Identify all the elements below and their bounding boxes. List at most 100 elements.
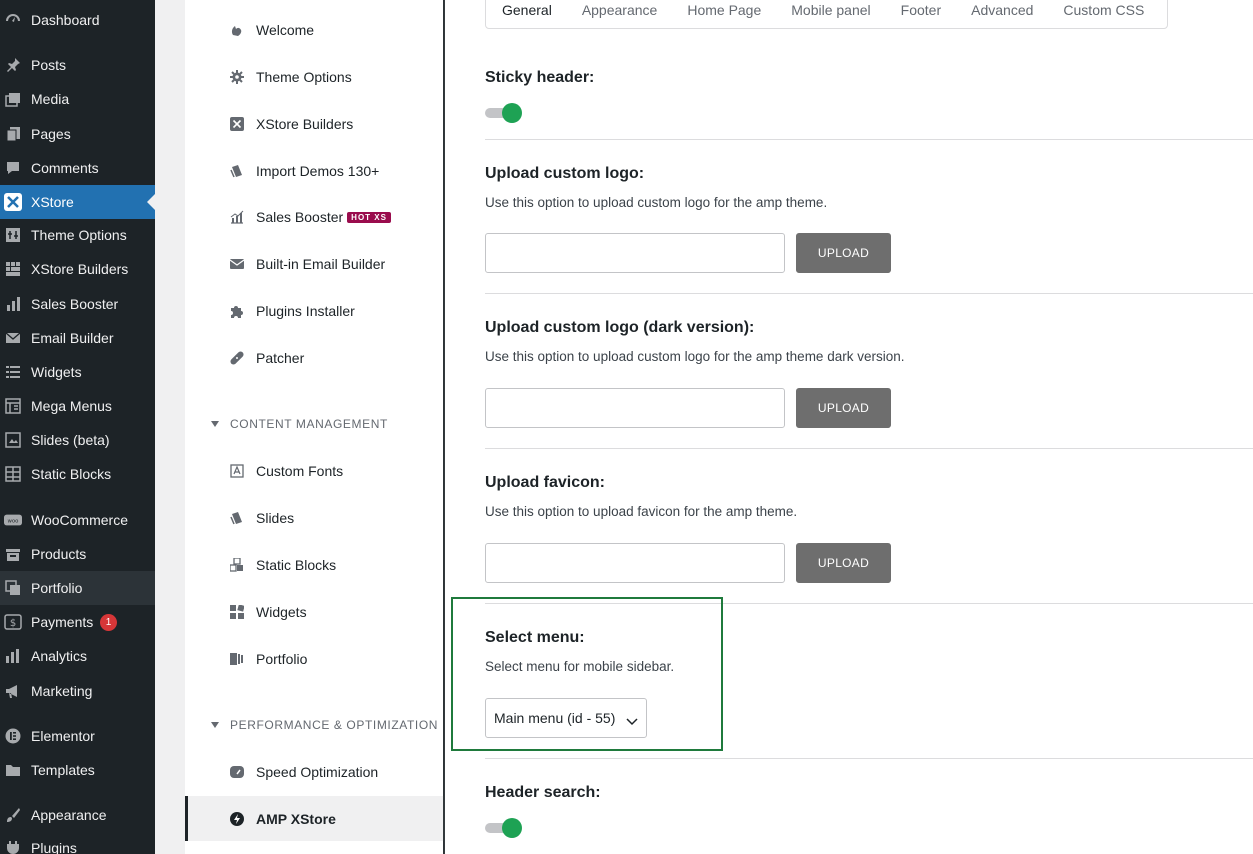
xs-item-welcome[interactable]: Welcome — [185, 10, 444, 50]
settings-tabs: General Appearance Home Page Mobile pane… — [485, 0, 1168, 29]
chart-icon — [229, 209, 245, 225]
notification-badge: 1 — [100, 614, 117, 631]
slides-icon — [4, 431, 22, 449]
slides-icon — [229, 510, 245, 526]
theme-options-icon — [4, 226, 22, 244]
custom-logo-dark-upload-button[interactable]: UPLOAD — [796, 388, 891, 428]
wp-menu-sales-booster[interactable]: Sales Booster — [0, 287, 155, 321]
wp-menu-appearance[interactable]: Appearance — [0, 798, 155, 832]
favicon-input[interactable] — [485, 543, 785, 583]
wp-menu-xstore-builders[interactable]: XStore Builders — [0, 252, 155, 286]
xstore-panel: Welcome Theme Options XStore Builders Im… — [185, 0, 445, 854]
menu-select[interactable]: Main menu (id - 55) — [485, 698, 647, 738]
caret-down-icon — [211, 421, 219, 427]
wp-menu-woocommerce[interactable]: woo WooCommerce — [0, 503, 155, 537]
wp-menu-analytics[interactable]: Analytics — [0, 639, 155, 673]
tab-footer[interactable]: Footer — [901, 2, 941, 18]
wp-menu-media[interactable]: Media — [0, 82, 155, 116]
toggle-knob — [502, 818, 522, 838]
tab-advanced[interactable]: Advanced — [971, 2, 1033, 18]
xs-item-amp-xstore[interactable]: AMP XStore — [185, 796, 444, 841]
custom-logo-title: Upload custom logo: — [485, 165, 645, 182]
custom-logo-input[interactable] — [485, 233, 785, 273]
tab-general[interactable]: General — [502, 2, 552, 18]
tab-appearance[interactable]: Appearance — [582, 2, 658, 18]
xs-item-theme-options[interactable]: Theme Options — [185, 57, 444, 97]
import-icon — [229, 163, 245, 179]
section-content-management[interactable]: CONTENT MANAGEMENT — [211, 417, 388, 431]
bar-chart-icon — [4, 295, 22, 313]
products-icon — [4, 545, 22, 563]
wp-menu-comments[interactable]: Comments — [0, 151, 155, 185]
toggle-knob — [502, 103, 522, 123]
xs-item-portfolio[interactable]: Portfolio — [185, 639, 444, 679]
elementor-icon — [4, 727, 22, 745]
wp-menu-templates[interactable]: Templates — [0, 753, 155, 787]
xs-item-import-demos[interactable]: Import Demos 130+ — [185, 151, 444, 191]
megaphone-icon — [4, 682, 22, 700]
woo-icon: woo — [4, 511, 22, 529]
wp-menu-posts[interactable]: Posts — [0, 48, 155, 82]
wp-menu-slides[interactable]: Slides (beta) — [0, 423, 155, 457]
xs-item-static-blocks[interactable]: Static Blocks — [185, 545, 444, 585]
xs-item-sales-booster[interactable]: Sales Booster HOT XS — [185, 197, 444, 237]
analytics-icon — [4, 647, 22, 665]
wp-menu-pages[interactable]: Pages — [0, 117, 155, 151]
envelope-icon — [229, 256, 245, 272]
custom-logo-dark-desc: Use this option to upload custom logo fo… — [485, 349, 905, 364]
xs-item-custom-fonts[interactable]: Custom Fonts — [185, 451, 444, 491]
wp-menu-widgets[interactable]: Widgets — [0, 355, 155, 389]
divider — [485, 603, 1253, 604]
xs-item-speed-optimization[interactable]: Speed Optimization — [185, 752, 444, 792]
x-box-icon — [229, 116, 245, 132]
divider — [485, 139, 1253, 140]
section-performance[interactable]: PERFORMANCE & OPTIMIZATION — [211, 718, 438, 732]
media-icon — [4, 90, 22, 108]
tab-custom-css[interactable]: Custom CSS — [1063, 2, 1144, 18]
email-icon — [4, 329, 22, 347]
wp-menu-plugins[interactable]: Plugins — [0, 831, 155, 854]
xs-item-xstore-builders[interactable]: XStore Builders — [185, 104, 444, 144]
wp-menu-marketing[interactable]: Marketing — [0, 674, 155, 708]
favicon-title: Upload favicon: — [485, 474, 606, 491]
plugin-icon — [4, 839, 22, 854]
favicon-upload-button[interactable]: UPLOAD — [796, 543, 891, 583]
payments-icon: $ — [4, 613, 22, 631]
wp-menu-static-blocks[interactable]: Static Blocks — [0, 457, 155, 491]
wp-menu-dashboard[interactable]: Dashboard — [0, 3, 155, 37]
custom-logo-upload-button[interactable]: UPLOAD — [796, 233, 891, 273]
panel-gap — [155, 0, 185, 854]
xs-item-plugins-installer[interactable]: Plugins Installer — [185, 291, 444, 331]
wp-menu-xstore[interactable]: XStore — [0, 185, 155, 219]
wp-menu-elementor[interactable]: Elementor — [0, 719, 155, 753]
wp-menu-email-builder[interactable]: Email Builder — [0, 321, 155, 355]
xs-item-slides[interactable]: Slides — [185, 498, 444, 538]
sticky-header-toggle[interactable] — [485, 101, 523, 125]
wp-menu-products[interactable]: Products — [0, 537, 155, 571]
admin-sidebar: Dashboard Posts Media Pages Comments XSt… — [0, 0, 155, 854]
widgets-icon — [229, 604, 245, 620]
gear-icon — [229, 69, 245, 85]
comment-icon — [4, 159, 22, 177]
header-search-toggle[interactable] — [485, 816, 523, 840]
custom-logo-dark-input[interactable] — [485, 388, 785, 428]
wp-menu-theme-options[interactable]: Theme Options — [0, 218, 155, 252]
xs-item-patcher[interactable]: Patcher — [185, 338, 444, 378]
xs-item-widgets[interactable]: Widgets — [185, 592, 444, 632]
xs-item-email-builder[interactable]: Built-in Email Builder — [185, 244, 444, 284]
custom-logo-dark-title: Upload custom logo (dark version): — [485, 319, 755, 336]
tab-mobile-panel[interactable]: Mobile panel — [791, 2, 870, 18]
speedometer-icon — [229, 764, 245, 780]
folder-icon — [4, 761, 22, 779]
pin-icon — [4, 56, 22, 74]
divider — [485, 293, 1253, 294]
tab-home-page[interactable]: Home Page — [687, 2, 761, 18]
wp-menu-mega-menus[interactable]: Mega Menus — [0, 389, 155, 423]
svg-text:woo: woo — [8, 519, 19, 525]
static-blocks-icon — [4, 465, 22, 483]
wp-menu-portfolio[interactable]: Portfolio — [0, 571, 155, 605]
bolt-icon — [229, 811, 245, 827]
builders-icon — [4, 260, 22, 278]
hot-badge: HOT XS — [347, 212, 391, 223]
wp-menu-payments[interactable]: $ Payments 1 — [0, 605, 155, 639]
